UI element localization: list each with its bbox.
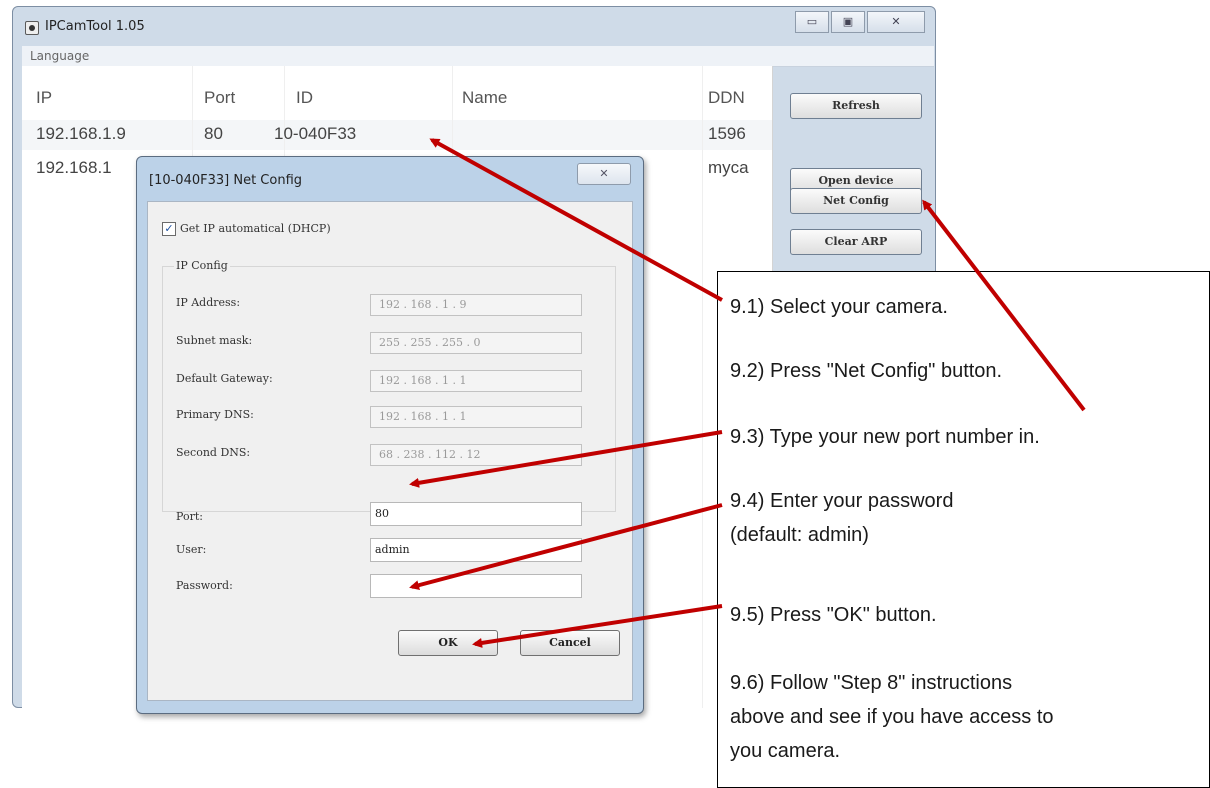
user-field[interactable]: admin	[370, 538, 582, 562]
dhcp-checkbox[interactable]: ✓	[162, 222, 176, 236]
instruction-step-5: 9.5) Press "OK" button.	[730, 604, 937, 626]
gateway-field: 192 . 168 . 1 . 1	[370, 370, 582, 392]
dialog-body: ✓ Get IP automatical (DHCP) IP Config IP…	[147, 201, 633, 701]
header-port[interactable]: Port	[204, 88, 235, 108]
dialog-title: [10-040F33] Net Config	[149, 173, 303, 188]
primary-dns-label: Primary DNS:	[176, 408, 254, 421]
maximize-icon[interactable]: ▣	[831, 11, 865, 33]
header-ip[interactable]: IP	[36, 88, 52, 108]
row1-id[interactable]: 10-040F33	[274, 124, 356, 144]
dhcp-label: Get IP automatical (DHCP)	[180, 222, 331, 235]
subnet-mask-field: 255 . 255 . 255 . 0	[370, 332, 582, 354]
selected-row-highlight	[22, 120, 772, 150]
password-label: Password:	[176, 579, 233, 592]
net-config-button[interactable]: Net Config	[790, 188, 922, 214]
ok-button[interactable]: OK	[398, 630, 498, 656]
instruction-step-1: 9.1) Select your camera.	[730, 296, 948, 318]
second-dns-field: 68 . 238 . 112 . 12	[370, 444, 582, 466]
close-icon[interactable]: ✕	[867, 11, 925, 33]
dialog-close-icon[interactable]: ✕	[577, 163, 631, 185]
net-config-dialog: [10-040F33] Net Config ✕ ✓ Get IP automa…	[136, 156, 644, 714]
clear-arp-button[interactable]: Clear ARP	[790, 229, 922, 255]
row1-port[interactable]: 80	[204, 124, 223, 144]
menu-language[interactable]: Language	[30, 49, 89, 63]
header-id[interactable]: ID	[296, 88, 313, 108]
row2-ddns[interactable]: myca	[708, 158, 749, 178]
refresh-button[interactable]: Refresh	[790, 93, 922, 119]
ip-address-field: 192 . 168 . 1 . 9	[370, 294, 582, 316]
row1-ip[interactable]: 192.168.1.9	[36, 124, 126, 144]
subnet-mask-label: Subnet mask:	[176, 334, 253, 347]
ip-config-title: IP Config	[174, 259, 230, 272]
second-dns-label: Second DNS:	[176, 446, 251, 459]
cancel-button[interactable]: Cancel	[520, 630, 620, 656]
instruction-step-6: 9.6) Follow "Step 8" instructions above …	[730, 672, 1054, 762]
row1-ddns[interactable]: 1596	[708, 124, 746, 144]
minimize-icon[interactable]: ▭	[795, 11, 829, 33]
app-icon	[25, 21, 39, 35]
instruction-step-3: 9.3) Type your new port number in.	[730, 426, 1040, 448]
port-field[interactable]: 80	[370, 502, 582, 526]
instruction-step-4: 9.4) Enter your password (default: admin…	[730, 490, 954, 546]
user-label: User:	[176, 543, 207, 556]
gateway-label: Default Gateway:	[176, 372, 273, 385]
instruction-step-2: 9.2) Press "Net Config" button.	[730, 360, 1003, 382]
password-field[interactable]	[370, 574, 582, 598]
ip-address-label: IP Address:	[176, 296, 241, 309]
primary-dns-field: 192 . 168 . 1 . 1	[370, 406, 582, 428]
column-divider	[702, 66, 703, 708]
instructions-panel: 9.1) Select your camera. 9.2) Press "Net…	[717, 271, 1210, 788]
row2-ip[interactable]: 192.168.1	[36, 158, 112, 178]
window-title: IPCamTool 1.05	[45, 19, 145, 34]
header-name[interactable]: Name	[462, 88, 507, 108]
menu-bar: Language	[22, 46, 934, 67]
port-label: Port:	[176, 510, 203, 523]
header-ddns[interactable]: DDN	[708, 88, 745, 108]
